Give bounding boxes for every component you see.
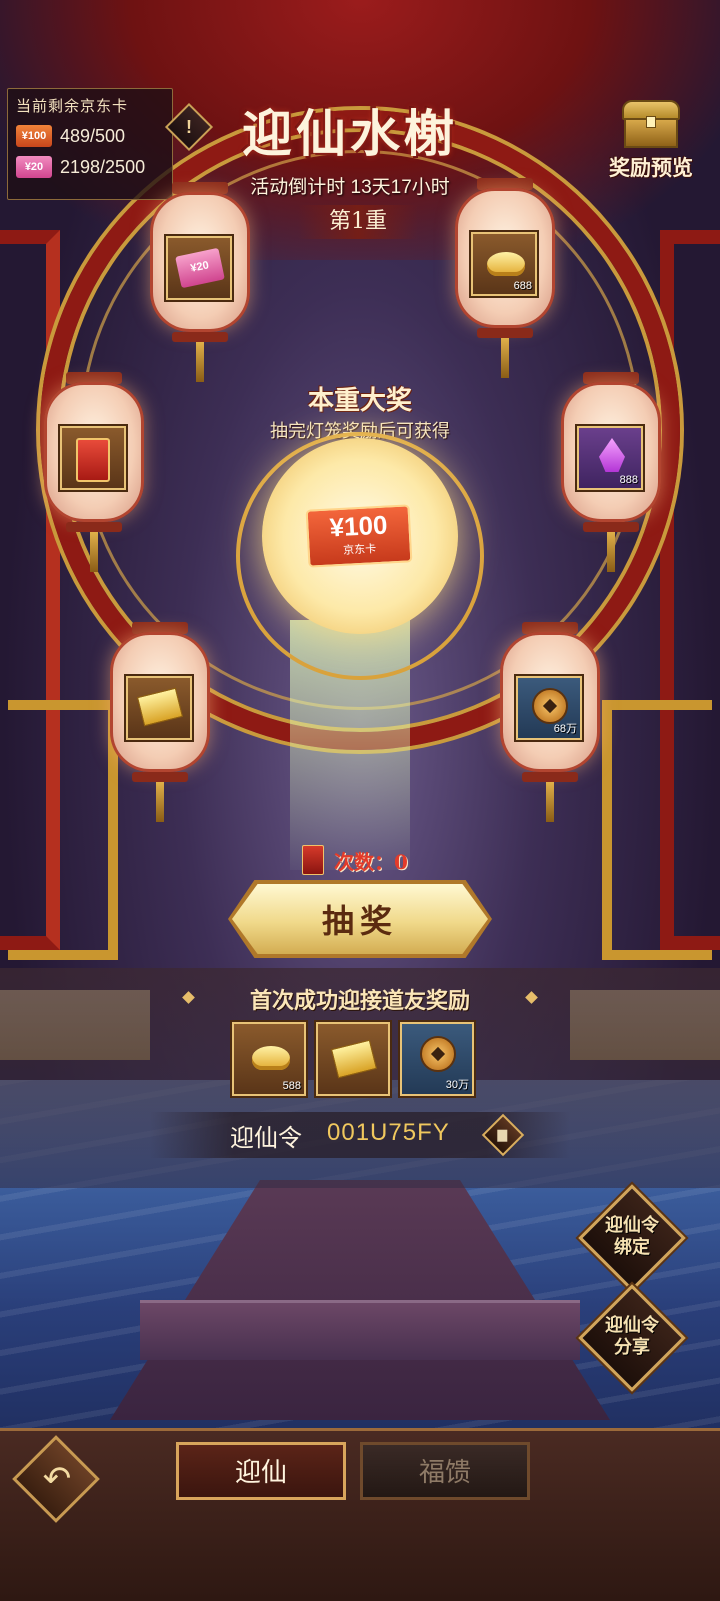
- draw-button-label: 抽奖: [321, 902, 398, 940]
- remaining-cards-panel: 当前剩余京东卡 ¥100 489/500 ¥20 2198/2500: [7, 88, 173, 200]
- draw-count: 次数：0: [302, 843, 408, 877]
- share-code-label: 迎仙令 分享: [605, 1315, 659, 1358]
- left-lattice: [8, 700, 118, 960]
- lantern-6[interactable]: 68万: [500, 622, 600, 822]
- right-lattice: [602, 700, 712, 960]
- item-quantity: 30万: [445, 1079, 469, 1091]
- invite-code-label: 迎仙令: [230, 1124, 302, 1152]
- copper-coin-icon: [420, 1036, 456, 1072]
- lantern-4[interactable]: 888: [561, 372, 661, 572]
- lantern-reward-slot: 68万: [516, 676, 582, 740]
- tassel: [546, 782, 554, 822]
- lantern-reward-slot: ¥20: [166, 236, 232, 300]
- card-20-count: 2198/2500: [60, 156, 146, 177]
- crystal-icon: [599, 438, 625, 472]
- lantern-reward-slot: 888: [577, 426, 643, 490]
- item-quantity: 888: [619, 474, 638, 486]
- red-envelope-icon: [76, 438, 110, 482]
- card-100-count: 489/500: [60, 125, 126, 146]
- bind-code-label: 迎仙令 绑定: [605, 1215, 659, 1258]
- copper-coin-icon: [532, 688, 568, 724]
- page-title: 迎仙水榭: [242, 104, 458, 163]
- first-reward-title: 首次成功迎接道友奖励: [249, 988, 470, 1014]
- back-arrow-icon: ↶: [42, 1459, 72, 1499]
- draw-button[interactable]: 抽奖: [232, 884, 488, 954]
- draw-count-label: 次数：0: [334, 849, 408, 874]
- tassel: [196, 342, 204, 382]
- reward-preview-button[interactable]: 奖励预览: [596, 152, 706, 182]
- gold-ingot-icon: [252, 1046, 290, 1070]
- tassel: [156, 782, 164, 822]
- invite-code-value[interactable]: 001U75FY: [327, 1119, 450, 1147]
- lantern-3[interactable]: [44, 372, 144, 572]
- grand-prize-amount: ¥100: [328, 509, 389, 543]
- tassel: [501, 338, 509, 378]
- tab-rewards[interactable]: 福馈: [360, 1442, 530, 1500]
- reward-item-gold-paper[interactable]: [316, 1022, 390, 1096]
- lantern-5[interactable]: [110, 622, 210, 822]
- lantern-reward-slot: [126, 676, 192, 740]
- reward-item-gold-ingot[interactable]: 588: [232, 1022, 306, 1096]
- gold-paper-icon: [330, 1039, 378, 1079]
- grand-prize-title: 本重大奖: [307, 386, 412, 416]
- lantern-2[interactable]: 688: [455, 178, 555, 378]
- jd-card-20-icon: ¥20: [175, 247, 225, 289]
- card-row-20: ¥20 2198/2500: [16, 156, 164, 178]
- tassel: [607, 532, 615, 572]
- boat-plank: [140, 1300, 580, 1360]
- jd-card-20-icon: ¥20: [16, 156, 52, 178]
- lantern-reward-slot: 688: [471, 232, 537, 296]
- item-quantity: 68万: [553, 723, 577, 735]
- remaining-cards-title: 当前剩余京东卡: [16, 98, 129, 115]
- jd-card-100-icon: ¥100: [16, 125, 52, 147]
- reward-item-copper-coin[interactable]: 30万: [400, 1022, 474, 1096]
- tier-label: 第1重: [298, 205, 418, 239]
- chest-lock: [646, 116, 656, 128]
- tassel: [90, 532, 98, 572]
- red-envelope-icon: [302, 845, 324, 875]
- grand-prize-card[interactable]: ¥100 京东卡: [305, 504, 413, 568]
- item-quantity: 588: [282, 1080, 301, 1092]
- tab-welcome[interactable]: 迎仙: [176, 1442, 346, 1500]
- item-quantity: 688: [513, 280, 532, 292]
- lantern-reward-slot: [60, 426, 126, 490]
- card-row-100: ¥100 489/500: [16, 125, 164, 147]
- info-symbol: !: [186, 116, 192, 137]
- gold-ingot-icon: [487, 252, 525, 276]
- lantern-1[interactable]: ¥20: [150, 182, 250, 382]
- treasure-chest-icon[interactable]: [622, 100, 680, 150]
- gold-paper-icon: [136, 687, 184, 727]
